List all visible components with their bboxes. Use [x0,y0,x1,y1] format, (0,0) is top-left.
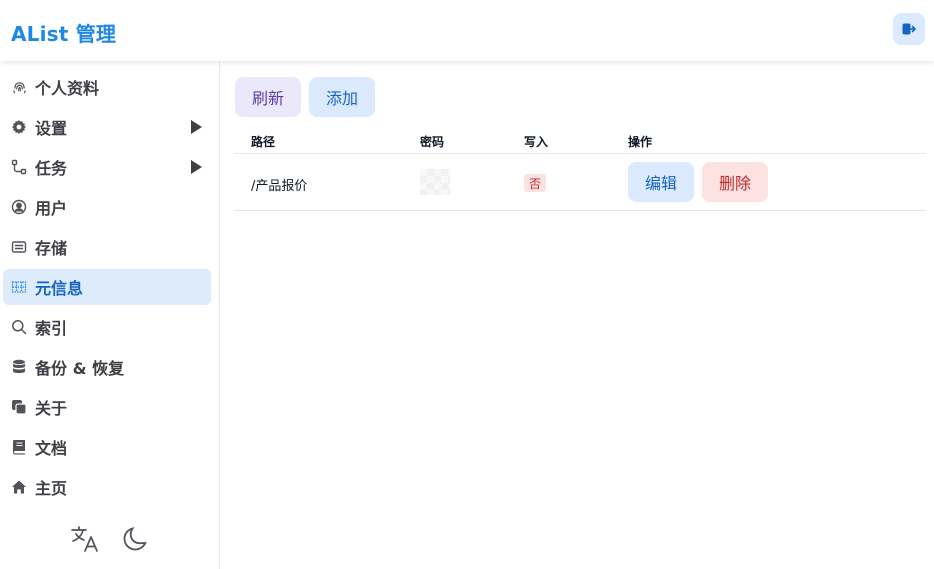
search-icon [11,319,27,335]
delete-button[interactable]: 删除 [702,162,768,202]
edit-button[interactable]: 编辑 [628,162,694,202]
fingerprint-icon [11,79,27,95]
sidebar-item-settings[interactable]: 设置 [3,109,211,145]
home-icon [11,479,27,495]
metadata-icon [11,279,27,295]
database-icon [11,359,27,375]
sidebar-item-metadata[interactable]: 元信息 [3,269,211,305]
user-circle-icon [11,199,27,215]
moon-icon[interactable] [120,524,150,554]
logout-button[interactable] [893,13,925,45]
table-header: 路径 密码 写入 操作 [234,126,926,154]
sidebar-item-label: 索引 [35,319,68,338]
sidebar-item-label: 关于 [35,399,68,418]
table-row: /产品报价 否 编辑 删除 [234,154,926,211]
sidebar-item-users[interactable]: 用户 [3,189,211,225]
storage-icon [11,239,27,255]
sidebar-item-tasks[interactable]: 任务 [3,149,211,185]
sidebar-item-label: 任务 [35,159,68,178]
sidebar-item-profile[interactable]: 个人资料 [3,69,211,105]
sidebar-item-about[interactable]: 关于 [3,389,211,425]
refresh-button[interactable]: 刷新 [235,77,301,117]
copy-icon [11,399,27,415]
write-status-badge: 否 [524,174,547,192]
sidebar-item-label: 主页 [35,479,68,498]
sidebar-item-label: 个人资料 [35,79,100,98]
column-header-actions: 操作 [628,135,653,149]
translate-icon[interactable] [70,524,100,554]
logout-icon [902,20,916,39]
sidebar-item-index[interactable]: 索引 [3,309,211,345]
sidebar-item-home[interactable]: 主页 [3,469,211,505]
sidebar-item-label: 存储 [35,239,68,258]
gear-icon [11,119,27,135]
caret-right-icon [191,160,202,174]
top-header: AList 管理 [0,0,934,61]
path-cell: /产品报价 [251,179,308,194]
book-icon [11,439,27,455]
metadata-table: 路径 密码 写入 操作 /产品报价 否 编辑 删除 [234,126,926,211]
app-title: AList 管理 [11,22,117,46]
flow-icon [11,159,27,175]
column-header-write: 写入 [524,135,549,149]
sidebar-item-label: 备份 & 恢复 [35,359,125,378]
sidebar: 个人资料 设置 任务 用户 存储 元信息 索引 备份 & 恢复 关于 文档 主页 [0,61,220,569]
sidebar-item-storage[interactable]: 存储 [3,229,211,265]
sidebar-item-label: 设置 [35,119,68,138]
sidebar-item-label: 元信息 [35,279,84,298]
password-masked [420,169,450,195]
sidebar-item-label: 用户 [35,199,68,218]
add-button[interactable]: 添加 [309,77,375,117]
caret-right-icon [191,120,202,134]
column-header-path: 路径 [251,135,276,149]
sidebar-item-label: 文档 [35,439,68,458]
column-header-password: 密码 [420,135,445,149]
sidebar-item-backup-restore[interactable]: 备份 & 恢复 [3,349,211,385]
main-content: 刷新 添加 路径 密码 写入 操作 /产品报价 否 编辑 删除 [221,61,934,569]
sidebar-footer [0,521,220,557]
sidebar-item-docs[interactable]: 文档 [3,429,211,465]
